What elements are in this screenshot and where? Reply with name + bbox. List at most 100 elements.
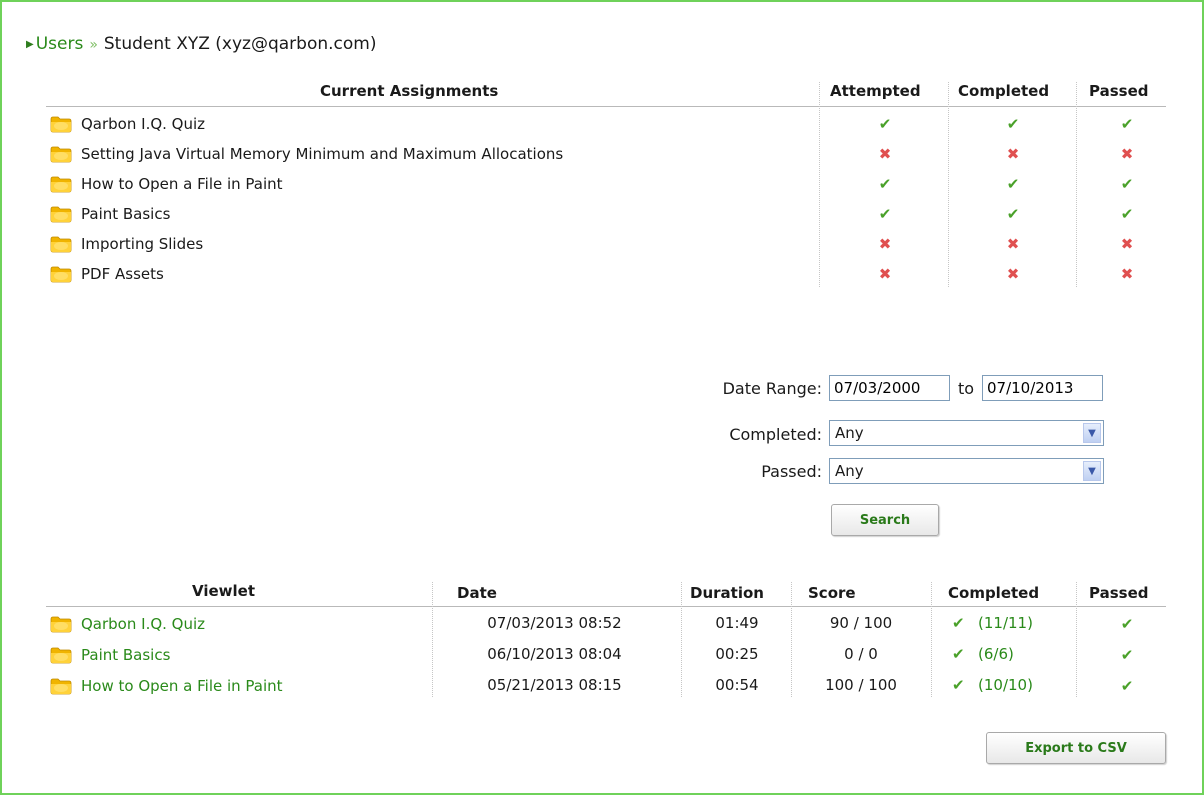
passed-select[interactable]: Any ▼ — [829, 458, 1104, 484]
completed-filter-label: Completed: — [729, 425, 822, 444]
check-icon: ✔ — [878, 175, 892, 193]
check-icon: ✔ — [1006, 115, 1020, 133]
column-separator — [931, 582, 932, 697]
assignment-row: Importing Slides — [50, 232, 203, 256]
cross-icon: ✖ — [1006, 235, 1020, 253]
check-icon: ✔ — [878, 115, 892, 133]
viewlet-row: Qarbon I.Q. Quiz — [50, 612, 205, 636]
assignment-row: How to Open a File in Paint — [50, 172, 283, 196]
check-icon: ✔ — [1120, 175, 1134, 193]
viewlets-header-viewlet: Viewlet — [192, 582, 256, 600]
viewlet-score: 90 / 100 — [829, 614, 893, 632]
viewlet-link[interactable]: Qarbon I.Q. Quiz — [81, 615, 205, 633]
column-separator — [791, 582, 792, 697]
search-button[interactable]: Search — [831, 504, 939, 536]
completed-select-value: Any — [835, 424, 864, 442]
column-separator — [432, 582, 433, 697]
check-icon: ✔ — [952, 676, 965, 694]
assignment-title: PDF Assets — [81, 265, 164, 283]
viewlet-score: 100 / 100 — [825, 676, 897, 694]
export-csv-button[interactable]: Export to CSV — [986, 732, 1166, 764]
chevron-down-icon[interactable]: ▼ — [1083, 423, 1101, 443]
breadcrumb-separator: » — [89, 37, 98, 53]
viewlets-header-completed: Completed — [948, 584, 1040, 602]
viewlet-link[interactable]: Paint Basics — [81, 646, 170, 664]
check-icon: ✔ — [1120, 115, 1134, 133]
check-icon: ✔ — [1120, 646, 1134, 664]
folder-icon — [50, 235, 72, 253]
column-separator — [948, 82, 949, 287]
folder-icon — [50, 145, 72, 163]
viewlet-row: How to Open a File in Paint — [50, 674, 283, 698]
assignment-title: Paint Basics — [81, 205, 171, 223]
viewlets-header-passed: Passed — [1089, 584, 1149, 602]
viewlet-score: 0 / 0 — [844, 645, 878, 663]
viewlet-completed-count: (6/6) — [978, 645, 1014, 663]
viewlet-duration: 00:25 — [715, 645, 759, 663]
assignment-row: Setting Java Virtual Memory Minimum and … — [50, 142, 563, 166]
viewlet-duration: 00:54 — [715, 676, 759, 694]
assignments-header-completed: Completed — [958, 82, 1050, 100]
viewlets-header-duration: Duration — [690, 584, 764, 602]
viewlet-date: 05/21/2013 08:15 — [487, 676, 622, 694]
assignment-title: Qarbon I.Q. Quiz — [81, 115, 206, 133]
folder-icon — [50, 205, 72, 223]
assignment-title: Importing Slides — [81, 235, 204, 253]
cross-icon: ✖ — [1120, 145, 1134, 163]
viewlets-header-divider — [46, 606, 1166, 607]
completed-select[interactable]: Any ▼ — [829, 420, 1104, 446]
check-icon: ✔ — [1006, 205, 1020, 223]
folder-icon — [50, 115, 72, 133]
column-separator — [1076, 82, 1077, 287]
viewlet-duration: 01:49 — [715, 614, 759, 632]
check-icon: ✔ — [1120, 205, 1134, 223]
viewlets-header-score: Score — [808, 584, 856, 602]
folder-icon — [50, 265, 72, 283]
date-range-label: Date Range: — [722, 379, 822, 398]
check-icon: ✔ — [1006, 175, 1020, 193]
check-icon: ✔ — [878, 205, 892, 223]
passed-filter-label: Passed: — [761, 462, 822, 481]
breadcrumb-current: Student XYZ (xyz@qarbon.com) — [103, 34, 377, 54]
date-to-label: to — [957, 379, 975, 398]
cross-icon: ✖ — [1120, 265, 1134, 283]
arrow-right-icon: ▶ — [26, 39, 34, 50]
folder-icon — [50, 677, 72, 695]
assignments-header-title: Current Assignments — [320, 82, 499, 100]
folder-icon — [50, 175, 72, 193]
cross-icon: ✖ — [1120, 235, 1134, 253]
cross-icon: ✖ — [878, 235, 892, 253]
column-separator — [819, 82, 820, 287]
breadcrumb-users-link[interactable]: Users — [36, 34, 84, 54]
date-to-input[interactable] — [982, 375, 1103, 401]
viewlets-header-date: Date — [457, 584, 497, 602]
viewlet-row: Paint Basics — [50, 643, 170, 667]
passed-select-value: Any — [835, 462, 864, 480]
date-from-input[interactable] — [829, 375, 950, 401]
cross-icon: ✖ — [1006, 145, 1020, 163]
cross-icon: ✖ — [1006, 265, 1020, 283]
column-separator — [1076, 582, 1077, 697]
column-separator — [681, 582, 682, 697]
viewlet-date: 07/03/2013 08:52 — [487, 614, 622, 632]
main-panel: ▶ Users » Student XYZ (xyz@qarbon.com) Curr… — [0, 0, 1204, 795]
assignment-row: PDF Assets — [50, 262, 164, 286]
cross-icon: ✖ — [878, 265, 892, 283]
check-icon: ✔ — [1120, 677, 1134, 695]
assignment-row: Paint Basics — [50, 202, 170, 226]
check-icon: ✔ — [1120, 615, 1134, 633]
folder-icon — [50, 646, 72, 664]
check-icon: ✔ — [952, 645, 965, 663]
assignment-title: How to Open a File in Paint — [81, 175, 283, 193]
chevron-down-icon[interactable]: ▼ — [1083, 461, 1101, 481]
assignments-header-passed: Passed — [1089, 82, 1149, 100]
check-icon: ✔ — [952, 614, 965, 632]
assignment-row: Qarbon I.Q. Quiz — [50, 112, 205, 136]
assignment-title: Setting Java Virtual Memory Minimum and … — [81, 145, 564, 163]
assignments-header-attempted: Attempted — [830, 82, 921, 100]
viewlet-completed-count: (10/10) — [978, 676, 1033, 694]
viewlet-link[interactable]: How to Open a File in Paint — [81, 677, 283, 695]
folder-icon — [50, 615, 72, 633]
assignments-header-divider — [46, 106, 1166, 107]
viewlet-date: 06/10/2013 08:04 — [487, 645, 622, 663]
